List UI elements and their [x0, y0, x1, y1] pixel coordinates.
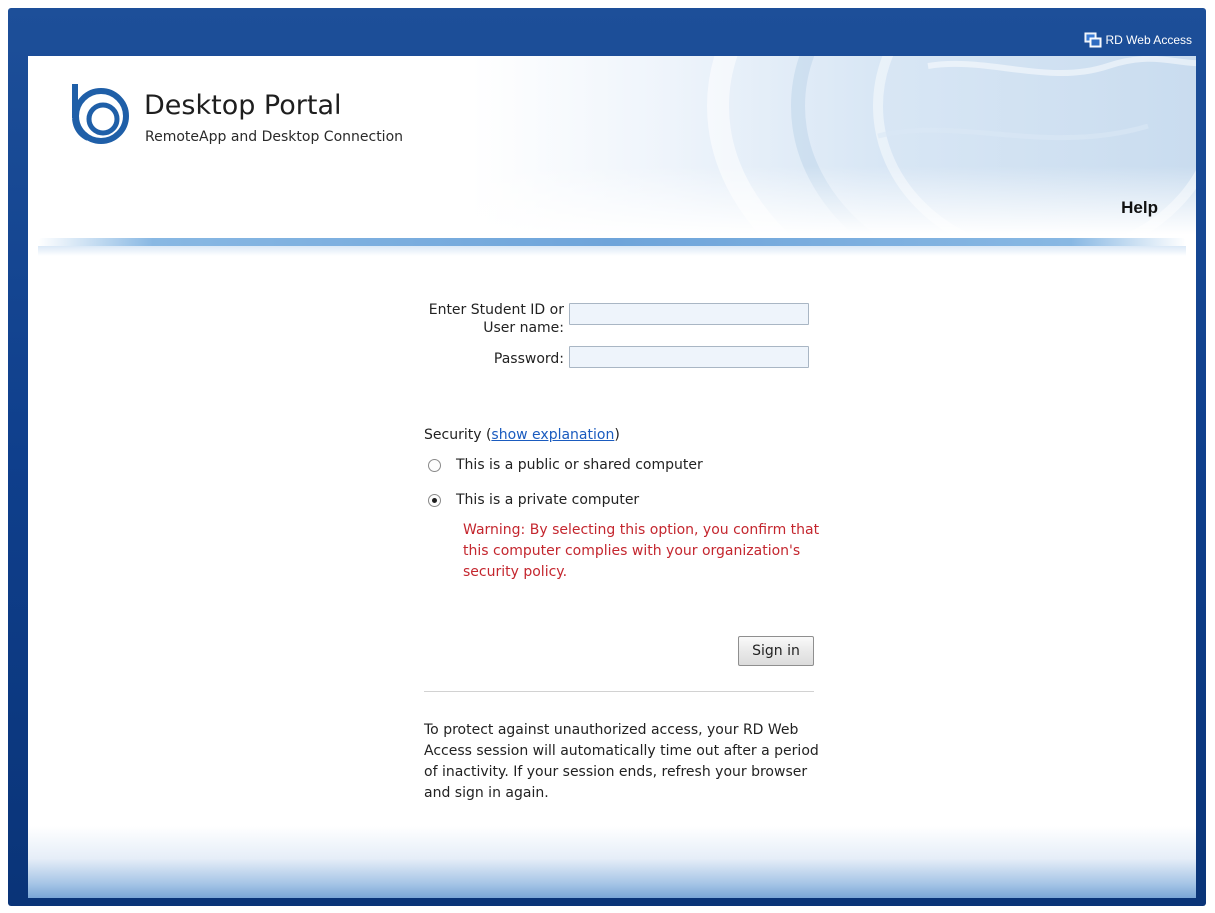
private-computer-label: This is a private computer: [456, 492, 640, 508]
page-title: Desktop Portal: [144, 90, 342, 121]
header-divider-shadow: [38, 246, 1186, 256]
public-computer-radio[interactable]: [428, 458, 441, 472]
portal-logo-icon: [72, 84, 129, 144]
security-label-end: ): [614, 427, 620, 443]
public-computer-option[interactable]: This is a public or shared computer: [428, 457, 703, 473]
page-content: Desktop Portal RemoteApp and Desktop Con…: [28, 56, 1196, 898]
security-label: Security (: [424, 427, 492, 443]
header-divider: [38, 238, 1186, 246]
form-divider: [424, 691, 814, 692]
browser-frame: RD Web Access Desktop Portal RemoteApp a…: [8, 8, 1206, 906]
public-computer-label: This is a public or shared computer: [456, 457, 703, 473]
rd-web-access-link[interactable]: RD Web Access: [1084, 32, 1192, 48]
page-subtitle: RemoteApp and Desktop Connection: [145, 129, 404, 145]
footer-band: [28, 826, 1196, 898]
rd-web-access-icon: [1084, 32, 1102, 48]
username-label-line2: User name:: [483, 320, 564, 336]
session-timeout-info: To protect against unauthorized access, …: [424, 722, 819, 801]
security-heading: Security (show explanation): [424, 427, 620, 443]
rd-web-access-label: RD Web Access: [1105, 33, 1192, 47]
username-input[interactable]: [569, 303, 809, 325]
sign-in-button[interactable]: Sign in: [738, 636, 814, 666]
private-computer-option[interactable]: This is a private computer: [428, 492, 639, 508]
security-warning: Warning: By selecting this option, you c…: [463, 522, 820, 580]
show-explanation-link[interactable]: show explanation: [491, 427, 614, 443]
username-label: Enter Student ID or User name:: [408, 301, 564, 337]
header-fade: [28, 166, 1196, 238]
header-banner: Desktop Portal RemoteApp and Desktop Con…: [28, 56, 1196, 238]
username-label-line1: Enter Student ID or: [428, 302, 564, 318]
help-link[interactable]: Help: [1121, 198, 1158, 218]
private-computer-radio[interactable]: [428, 493, 441, 507]
password-input[interactable]: [569, 346, 809, 368]
password-label: Password:: [493, 351, 564, 367]
top-bar: RD Web Access: [8, 8, 1206, 56]
